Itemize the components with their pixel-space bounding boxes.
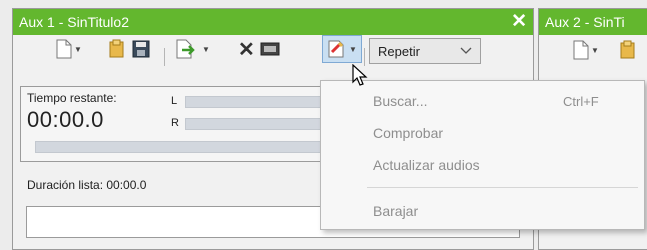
export-icon — [176, 39, 195, 59]
new-file-button[interactable]: ▼ — [56, 37, 82, 61]
new-file-icon — [56, 39, 72, 59]
menu-item-label: Barajar — [373, 203, 419, 219]
channel-left-label: L — [171, 95, 178, 107]
menu-item-actualizar-audios[interactable]: Actualizar audios — [321, 151, 644, 179]
new-file-icon — [573, 40, 589, 60]
mouse-cursor-icon — [352, 64, 368, 86]
menu-item-barajar[interactable]: Barajar — [321, 197, 644, 225]
open-folder-button[interactable] — [108, 37, 126, 61]
menu-item-comprobar[interactable]: Comprobar — [321, 119, 644, 147]
delete-icon[interactable]: ✕ — [238, 37, 255, 61]
repeat-select[interactable]: Repetir — [369, 38, 481, 64]
menu-separator — [367, 187, 638, 188]
repeat-select-value: Repetir — [378, 43, 420, 59]
menu-item-buscar[interactable]: Buscar... Ctrl+F — [321, 87, 644, 115]
list-options-button[interactable]: ▼ — [322, 35, 362, 63]
open-folder-icon — [620, 40, 635, 59]
aux2-title: Aux 2 - SinTi — [545, 14, 625, 30]
timer-icon — [260, 42, 280, 56]
chevron-down-icon: ▼ — [202, 44, 210, 54]
aux1-titlebar: Aux 1 - SinTitulo2 ✕ — [13, 9, 533, 35]
toolbar-separator — [164, 48, 165, 66]
chevron-down-icon: ▼ — [74, 44, 82, 54]
timer-button[interactable] — [260, 37, 280, 61]
list-duration: Duración lista: 00:00.0 — [27, 178, 147, 192]
export-button[interactable]: ▼ — [176, 37, 210, 61]
chevron-down-icon: ▼ — [591, 45, 599, 55]
time-remaining-label: Tiempo restante: — [27, 91, 117, 105]
save-icon — [132, 40, 150, 58]
chevron-down-icon — [460, 47, 472, 54]
list-tools-icon — [328, 40, 344, 58]
time-remaining-value: 00:00.0 — [27, 107, 104, 132]
chevron-down-icon: ▼ — [349, 44, 357, 54]
menu-item-label: Buscar... — [373, 93, 428, 109]
menu-item-shortcut: Ctrl+F — [563, 93, 599, 109]
open-folder-button[interactable] — [619, 38, 637, 62]
close-icon[interactable]: ✕ — [511, 12, 527, 31]
channel-right-label: R — [171, 117, 179, 129]
save-button[interactable] — [132, 37, 150, 61]
menu-item-label: Actualizar audios — [373, 157, 480, 173]
new-file-button[interactable]: ▼ — [573, 38, 599, 62]
list-options-menu: Buscar... Ctrl+F Comprobar Actualizar au… — [320, 80, 645, 230]
open-folder-icon — [109, 39, 124, 58]
aux1-title: Aux 1 - SinTitulo2 — [19, 14, 129, 30]
menu-item-label: Comprobar — [373, 125, 444, 141]
aux2-titlebar: Aux 2 - SinTi — [539, 9, 647, 35]
